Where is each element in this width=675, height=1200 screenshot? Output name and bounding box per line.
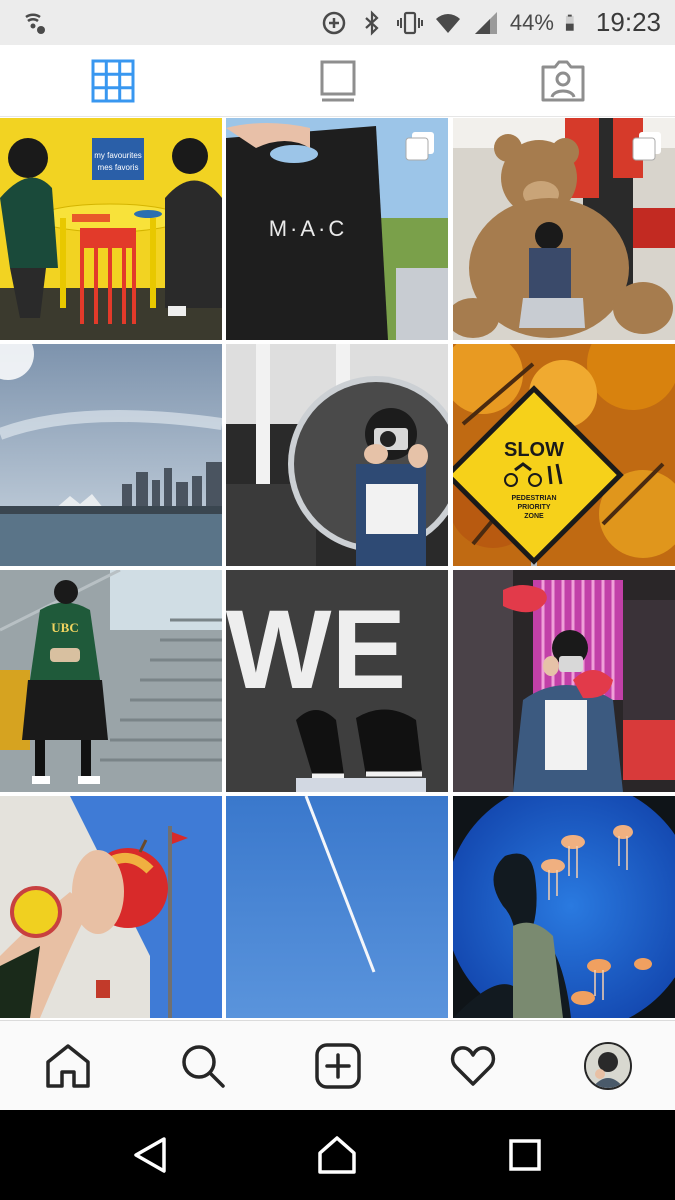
grid-icon [91,59,134,103]
status-bar: 44% 19:23 [0,0,675,45]
recents-icon [509,1139,541,1171]
post-thumbnail[interactable] [0,344,222,566]
post-thumbnail[interactable] [226,344,448,566]
post-grid: my favourites mes favoris M·A·C SLOW PED… [0,118,675,1020]
post-thumbnail[interactable]: SLOW PEDESTRIAN PRIORITY ZONE [453,344,675,566]
back-button[interactable] [90,1110,210,1200]
activity-heart-icon [450,1046,495,1086]
multi-photo-icon [405,132,434,161]
tagged-icon [541,60,584,102]
clock: 19:23 [595,7,661,37]
home-icon [45,1044,90,1088]
system-nav-bar [0,1110,675,1200]
post-thumbnail[interactable]: UBC [0,570,222,792]
bottom-nav-bar [0,1020,675,1110]
nav-home[interactable] [0,1021,135,1111]
profile-view-tabs [0,45,675,117]
home-button[interactable] [277,1110,397,1200]
post-thumbnail[interactable] [453,570,675,792]
profile-avatar [583,1042,632,1090]
battery-icon [565,14,574,31]
nav-search[interactable] [135,1021,270,1111]
wifi-icon [435,13,460,33]
post-thumbnail[interactable] [0,796,222,1018]
post-thumbnail[interactable] [453,118,675,340]
bag-text: M·A·C [269,216,348,241]
sign-text-line2: PEDESTRIAN [511,495,556,502]
search-icon [181,1045,225,1088]
tab-feed[interactable] [225,45,450,117]
signal-icon [474,11,497,34]
post-thumbnail[interactable] [226,796,448,1018]
tab-tagged[interactable] [450,45,675,117]
sign-text-line1: my favourites [94,151,142,160]
sign-text-line4: ZONE [524,513,544,520]
data-saver-icon [322,11,346,34]
tab-grid[interactable] [0,45,225,117]
bluetooth-icon [365,9,379,36]
sweater-text: UBC [51,620,78,635]
feed-view-icon [320,60,355,102]
back-icon [134,1137,166,1173]
home-outline-icon [318,1136,356,1174]
nav-activity[interactable] [405,1021,540,1111]
road-text: WE [226,587,406,712]
post-thumbnail[interactable]: WE [226,570,448,792]
nav-profile[interactable] [540,1021,675,1111]
post-thumbnail[interactable] [453,796,675,1018]
wifi-calling-icon [25,13,45,34]
multi-photo-icon [632,132,661,161]
sign-text-slow: SLOW [504,439,564,461]
battery-percentage: 44% [509,9,554,35]
sign-text-line3: PRIORITY [517,504,550,511]
instagram-profile-screen: 44% 19:23 my favourites mes favoris M·A·… [0,0,675,1200]
recents-button[interactable] [465,1110,585,1200]
post-thumbnail[interactable]: M·A·C [226,118,448,340]
new-post-icon [314,1043,361,1089]
post-thumbnail[interactable]: my favourites mes favoris [0,118,222,340]
sign-text-line2: mes favoris [98,163,139,172]
nav-new-post[interactable] [270,1021,405,1111]
vibrate-icon [396,11,423,34]
